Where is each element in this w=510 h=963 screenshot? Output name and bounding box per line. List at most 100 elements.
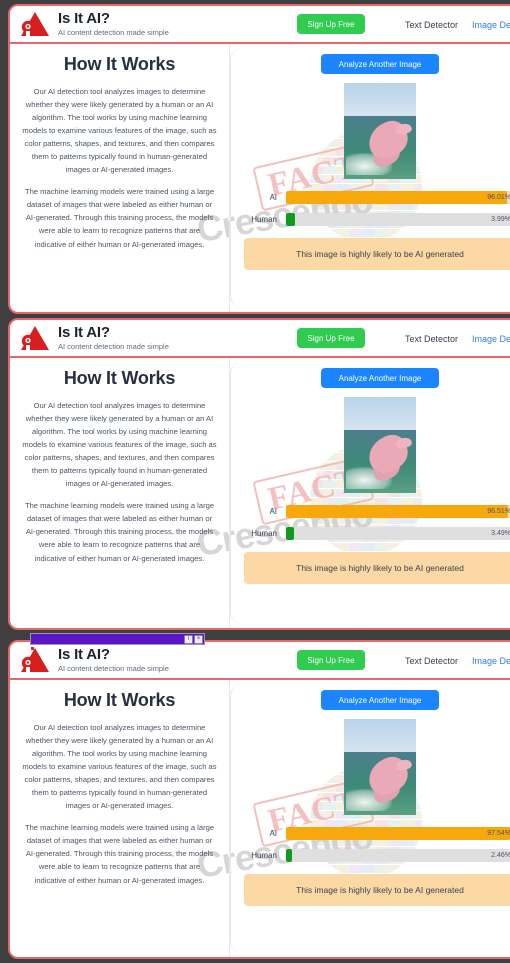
score-bars: AI 96.51% Human 3.49% [244,505,510,540]
analyze-another-image-button[interactable]: Analyze Another Image [321,54,439,74]
page-title: How It Works [63,54,176,74]
human-score-row: Human 3.49% [244,527,510,540]
human-bar-track: 3.49% [286,527,510,540]
human-label: Human [251,529,277,538]
brand[interactable]: Is It AI? AI content detection made simp… [20,325,169,351]
how-it-works-column: How It Works Our AI detection tool analy… [10,358,229,628]
results-column: Analyze Another Image AI 97.54% Human 2.… [229,680,510,957]
human-score-row: Human 3.99% [244,213,510,226]
result-card-edge [230,362,244,624]
ai-score-row: AI 96.01% [244,191,510,204]
logo-icon [20,325,50,351]
human-label: Human [251,851,277,860]
ai-score-row: AI 96.51% [244,505,510,518]
signup-button[interactable]: Sign Up Free [297,328,365,348]
nav-link-text-detector[interactable]: Text Detector [405,656,458,666]
score-bars: AI 96.01% Human 3.99% [244,191,510,226]
main-nav: Text Detector Image Dete [405,642,510,680]
analyzed-image[interactable] [344,83,416,179]
ai-label: AI [269,507,277,516]
brand-title: Is It AI? [58,646,110,664]
info-icon[interactable]: i [184,634,193,644]
nav-link-text-detector[interactable]: Text Detector [405,334,458,344]
ai-percent: 97.54% [487,830,510,837]
how-it-works-column: How It Works Our AI detection tool analy… [10,44,229,312]
verdict-banner: This image is highly likely to be AI gen… [244,874,510,906]
ai-bar-track: 96.51% [286,505,510,518]
how-paragraph-1: Our AI detection tool analyzes images to… [22,401,217,489]
human-percent: 3.99% [491,216,510,223]
analyze-another-image-button[interactable]: Analyze Another Image [321,690,439,710]
capture-panel-1: Is It AI? AI content detection made simp… [8,4,510,314]
capture-panel-3: Is It AI? AI content detection made simp… [8,640,510,959]
verdict-banner: This image is highly likely to be AI gen… [244,238,510,270]
brand-subtitle: AI content detection made simple [58,663,169,673]
analyzed-image[interactable] [344,719,416,815]
page-title: How It Works [63,368,176,388]
ai-bar-fill [286,191,507,204]
human-bar-fill [286,849,292,862]
ai-label: AI [269,829,277,838]
brand[interactable]: Is It AI? AI content detection made simp… [20,647,169,673]
site-header: Is It AI? AI content detection made simp… [10,6,510,44]
capture-panel-2: Is It AI? AI content detection made simp… [8,318,510,630]
ai-percent: 96.51% [487,508,510,515]
main-nav: Text Detector Image Dete [405,6,510,44]
panel-body: FACT Crescendo How It Works Our AI detec… [10,44,510,312]
score-bars: AI 97.54% Human 2.46% [244,827,510,862]
nav-link-image-detector[interactable]: Image Dete [472,334,510,344]
result-card-edge [230,48,244,308]
page-title: How It Works [63,690,176,710]
results-column: Analyze Another Image AI 96.51% Human 3.… [229,358,510,628]
verdict-banner: This image is highly likely to be AI gen… [244,552,510,584]
ai-bar-fill [286,505,508,518]
human-score-row: Human 2.46% [244,849,510,862]
site-header: Is It AI? AI content detection made simp… [10,320,510,358]
result-card-edge [230,684,244,953]
download-progress-bar[interactable]: i × [30,633,205,650]
analyzed-image-wrap [244,719,510,815]
panel-body: FACT Crescendo How It Works Our AI detec… [10,680,510,957]
logo-icon [20,11,50,37]
brand-subtitle: AI content detection made simple [58,341,169,351]
human-bar-track: 2.46% [286,849,510,862]
brand[interactable]: Is It AI? AI content detection made simp… [20,11,169,37]
nav-link-image-detector[interactable]: Image Dete [472,20,510,30]
signup-button[interactable]: Sign Up Free [297,14,365,34]
how-paragraph-2: The machine learning models were trained… [24,187,215,249]
how-paragraph-1: Our AI detection tool analyzes images to… [22,723,217,811]
human-bar-fill [286,527,295,540]
brand-subtitle: AI content detection made simple [58,27,169,37]
main-nav: Text Detector Image Dete [405,320,510,358]
panel-body: FACT Crescendo How It Works Our AI detec… [10,358,510,628]
how-it-works-column: How It Works Our AI detection tool analy… [10,680,229,957]
brand-title: Is It AI? [58,324,110,342]
how-paragraph-1: Our AI detection tool analyzes images to… [22,87,217,175]
human-percent: 3.49% [491,530,510,537]
analyzed-image-wrap [244,83,510,179]
signup-button[interactable]: Sign Up Free [297,650,365,670]
nav-link-text-detector[interactable]: Text Detector [405,20,458,30]
ai-score-row: AI 97.54% [244,827,510,840]
ai-percent: 96.01% [487,194,510,201]
human-bar-fill [286,213,296,226]
site-header: Is It AI? AI content detection made simp… [10,642,510,680]
analyze-another-image-button[interactable]: Analyze Another Image [321,368,439,388]
logo-icon [20,647,50,673]
nav-link-image-detector[interactable]: Image Dete [472,656,510,666]
download-tick-marker [31,647,34,650]
ai-bar-track: 97.54% [286,827,510,840]
close-icon[interactable]: × [194,634,203,644]
page-root: Is It AI? AI content detection made simp… [0,0,510,963]
ai-bar-track: 96.01% [286,191,510,204]
ai-label: AI [269,193,277,202]
human-bar-track: 3.99% [286,213,510,226]
brand-title: Is It AI? [58,10,110,28]
analyzed-image-wrap [244,397,510,493]
ai-bar-fill [286,827,510,840]
results-column: Analyze Another Image AI 96.01% Human 3.… [229,44,510,312]
how-paragraph-2: The machine learning models were trained… [24,823,215,885]
human-label: Human [251,215,277,224]
how-paragraph-2: The machine learning models were trained… [24,501,215,563]
analyzed-image[interactable] [344,397,416,493]
